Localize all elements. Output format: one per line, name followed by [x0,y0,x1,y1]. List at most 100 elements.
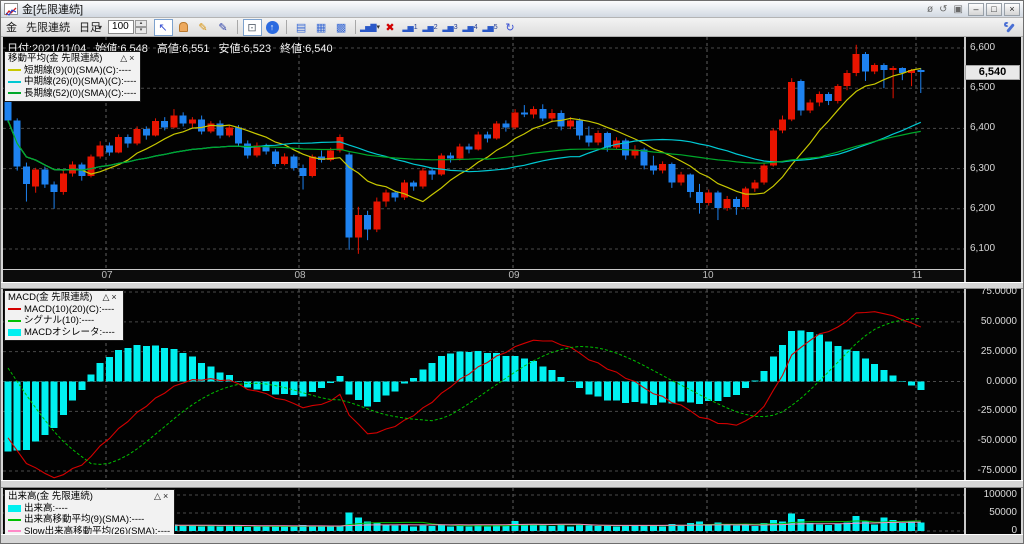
macd-canvas [3,289,964,480]
main-chart-canvas [3,37,964,269]
close-button[interactable]: × [1004,2,1020,16]
template-1-button[interactable]: ▂▅ 1 [401,19,420,36]
pan-tool-button[interactable] [174,19,193,36]
time-axis-tick: 09 [508,270,520,281]
info-high: 高値:6,551 [156,43,210,55]
select-tool-button[interactable]: ↖ [153,18,173,36]
select-tool-icon: ↖ [158,21,168,34]
bottom-strip [1,534,1023,543]
ma-short-swatch [8,69,21,72]
ma-legend-title: 移動平均(金 先限連続) [8,53,103,64]
contract-label: 先限連続 [26,22,70,34]
volume-axis-tick: 0 [1011,525,1017,536]
macd-legend-close-button[interactable]: × [111,292,118,302]
volume-ma9-label: 出来高移動平均(9)(SMA):---- [24,514,145,525]
macd-axis-tick: 0.0000 [986,376,1017,387]
clear-indicators-icon: ✖ [385,21,395,34]
symbol-label: 金 [6,22,17,34]
volume-label: 出来高:---- [24,502,68,514]
time-axis-tick: 11 [911,270,923,281]
trendline-tool-button[interactable]: ✎ [194,19,213,36]
price-axis-tick: 6,200 [970,203,996,214]
template-4-button[interactable]: ▂▅ 4 [461,19,480,36]
macd-hist-label: MACDオシレータ:---- [24,326,115,338]
price-axis-tick: 6,500 [970,82,996,93]
zoom-select-button[interactable]: ⊡ [242,18,262,36]
toolbar-separator [355,20,357,34]
minimize-button[interactable]: – [968,2,984,16]
ma-mid-label: 中期線(26)(0)(SMA)(C):---- [24,76,137,87]
template-2-button[interactable]: ▂▅ 2 [421,19,440,36]
volume-ma9-swatch [8,518,21,521]
bar-count-input[interactable]: 100 [108,20,135,34]
bar-count-spinner: 100 ▴ ▾ [108,20,148,34]
volume-legend-close-button[interactable]: × [163,491,170,501]
macd-axis-tick: 25.0000 [980,346,1017,357]
macd-line-label: MACD(10)(20)(C):---- [24,303,115,315]
trendline-tool-icon: ✎ [198,21,208,34]
macd-axis-tick: 75.0000 [980,286,1017,297]
ma-mid-swatch [8,80,21,83]
reload-chart-button[interactable]: ↻ [501,19,520,36]
window-title: 金[先限連続] [22,4,84,16]
macd-chart[interactable] [3,289,964,480]
toolbar: 金 先限連続 日足 ▾ 100 ▴ ▾ ↖ ✎ ✎ ⊡ ↑ ▤ ▦ ▩ ▂▅▇ ▾ ✖ ▂▅ 1 ▂▅ 2 ▂… [1,18,1023,37]
pin-icon[interactable]: ø [927,3,933,16]
toolbar-separator [237,20,239,34]
price-axis-tick: 6,300 [970,163,996,174]
volume-swatch [8,504,21,512]
cascade-icon[interactable]: ▣ [954,3,963,16]
spinner-up-button[interactable]: ▴ [135,20,148,27]
time-axis-tick: 07 [101,270,113,281]
refresh-window-icon[interactable]: ↺ [939,3,947,16]
ma-legend-close-button[interactable]: × [129,53,136,63]
macd-axis-tick: 50.0000 [980,316,1017,327]
toolbar-separator [286,20,288,34]
annotation-tool-button[interactable]: ✎ [214,19,233,36]
panel-splitter-2[interactable] [1,480,1023,488]
jump-latest-icon: ↑ [265,20,279,34]
info-low: 安値:6,523 [218,43,272,55]
spinner-down-button[interactable]: ▾ [135,27,148,34]
template-4-icon: ▂▅ [462,22,473,32]
macd-line-swatch [8,308,21,311]
multi-chart-grid-button[interactable]: ▩ [332,19,351,36]
new-chart-window-icon: ▤ [295,21,307,34]
panel-splitter-1[interactable] [1,282,1023,289]
volume-ma26-swatch [8,530,21,533]
template-5-button[interactable]: ▂▅ 5 [481,19,500,36]
template-5-icon: ▂▅ [482,22,493,32]
new-chart-window-button[interactable]: ▤ [292,19,311,36]
period-dropdown-arrow[interactable]: ▾ [98,23,102,32]
current-price-tag: 6,540 [965,65,1020,80]
toolbar-buttons: ↖ ✎ ✎ ⊡ ↑ ▤ ▦ ▩ ▂▅▇ ▾ ✖ ▂▅ 1 ▂▅ 2 ▂▅ 3 ▂▅ 4 ▂▅ 5 ↻ [153,18,520,36]
maximize-button[interactable]: □ [986,2,1002,16]
quote-board-button[interactable]: ▦ [312,19,331,36]
macd-signal-swatch [8,319,21,322]
jump-latest-button[interactable]: ↑ [263,19,282,36]
volume-axis-tick: 50000 [989,507,1017,518]
info-close: 終値:6,540 [280,43,333,55]
settings-wrench-icon[interactable] [1004,22,1016,34]
main-price-chart[interactable] [3,37,964,269]
chart-type-button[interactable]: ▂▅▇ ▾ [360,19,380,36]
ma-long-label: 長期線(52)(0)(SMA)(C):---- [24,87,137,99]
ma-legend-collapse-button[interactable]: △ [120,53,129,63]
template-3-icon: ▂▅ [442,22,453,32]
clear-indicators-button[interactable]: ✖ [381,19,400,36]
macd-axis-tick: -50.0000 [977,435,1017,446]
macd-signal-label: シグナル(10):---- [24,315,95,326]
price-axis-tick: 6,600 [970,42,996,53]
zoom-select-icon: ⊡ [247,21,257,34]
price-axis-tick: 6,400 [970,122,996,133]
volume-legend-collapse-button[interactable]: △ [154,491,163,501]
time-axis-tick: 10 [702,270,714,281]
price-axis-tick: 6,100 [970,243,996,254]
template-2-icon: ▂▅ [422,22,433,32]
multi-chart-grid-icon: ▩ [335,21,347,34]
volume-legend: 出来高(金 先限連続) △× 出来高:---- 出来高移動平均(9)(SMA):… [4,489,176,540]
chart-type-icon: ▂▅▇ [360,22,377,32]
title-bar[interactable]: 金[先限連続] ø ↺ ▣ – □ × [1,1,1023,18]
template-3-button[interactable]: ▂▅ 3 [441,19,460,36]
app-chart-icon [4,3,18,16]
